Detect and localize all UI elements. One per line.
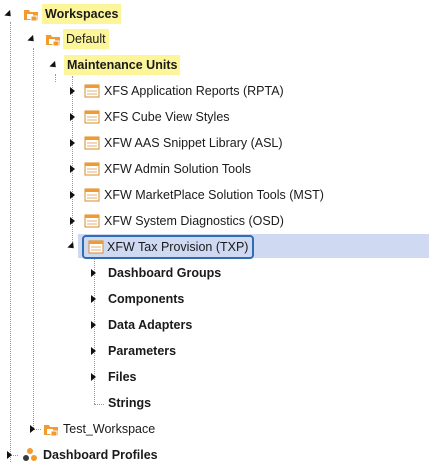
dashboard-profiles-icon (22, 447, 38, 463)
expand-toggle[interactable] (67, 164, 77, 174)
tree-node-dashboard-profiles[interactable]: Dashboard Profiles (0, 444, 200, 466)
tree-node-workspaces[interactable]: Workspaces (0, 3, 140, 25)
tree-node-label: XFS Application Reports (RPTA) (104, 84, 284, 98)
tree-node-label: Parameters (108, 344, 177, 358)
tree-node-files[interactable]: Files (0, 366, 300, 388)
tree-node-unit-selected[interactable]: XFW Tax Provision (TXP) (0, 235, 429, 259)
tree-node-unit[interactable]: XFW Admin Solution Tools (0, 158, 429, 180)
expand-toggle[interactable] (27, 34, 37, 44)
expand-toggle[interactable] (49, 60, 59, 70)
expand-toggle[interactable] (88, 294, 98, 304)
tree-node-label: Default (63, 29, 109, 49)
tree-node-data-adapters[interactable]: Data Adapters (0, 314, 300, 336)
tree-node-test-workspace[interactable]: Test_Workspace (0, 418, 200, 440)
maintenance-unit-icon (84, 214, 100, 228)
expand-toggle[interactable] (27, 424, 37, 434)
expand-toggle[interactable] (4, 9, 14, 19)
tree-node-label: XFS Cube View Styles (104, 110, 230, 124)
tree-node-unit[interactable]: XFW AAS Snippet Library (ASL) (0, 132, 429, 154)
tree-node-label: XFW MarketPlace Solution Tools (MST) (104, 188, 324, 202)
tree-node-label: Test_Workspace (63, 422, 156, 436)
expand-toggle[interactable] (88, 372, 98, 382)
tree-node-unit[interactable]: XFW System Diagnostics (OSD) (0, 210, 429, 232)
tree-node-default-workspace[interactable]: Default (0, 28, 140, 50)
tree-node-label: Data Adapters (108, 318, 193, 332)
tree-node-label: Workspaces (42, 4, 122, 24)
tree-node-unit[interactable]: XFS Application Reports (RPTA) (0, 80, 429, 102)
tree-node-unit[interactable]: XFS Cube View Styles (0, 106, 429, 128)
tree-node-maintenance-units[interactable]: Maintenance Units (0, 54, 200, 76)
tree-node-label: Components (108, 292, 185, 306)
tree-node-unit[interactable]: XFW MarketPlace Solution Tools (MST) (0, 184, 429, 206)
workspace-folder-icon (45, 31, 61, 47)
expand-toggle[interactable] (67, 241, 77, 251)
tree-node-label: Dashboard Groups (108, 266, 222, 280)
expand-toggle[interactable] (67, 190, 77, 200)
tree-node-label: Strings (108, 396, 152, 410)
maintenance-unit-icon (84, 136, 100, 150)
expand-toggle[interactable] (88, 320, 98, 330)
expand-toggle[interactable] (67, 216, 77, 226)
tree-node-parameters[interactable]: Parameters (0, 340, 300, 362)
workspace-tree: Workspaces Default Maintenance Units XFS… (0, 0, 429, 472)
tree-node-label: Files (108, 370, 137, 384)
tree-node-label: Dashboard Profiles (43, 448, 158, 462)
expand-toggle[interactable] (88, 268, 98, 278)
tree-node-strings[interactable]: Strings (0, 392, 300, 414)
maintenance-unit-icon (84, 162, 100, 176)
tree-node-label: XFW Admin Solution Tools (104, 162, 252, 176)
tree-node-label: XFW Tax Provision (TXP) (107, 240, 249, 254)
expand-toggle[interactable] (67, 138, 77, 148)
maintenance-unit-icon (88, 240, 104, 254)
workspaces-folder-icon (23, 6, 39, 22)
tree-node-dashboard-groups[interactable]: Dashboard Groups (0, 262, 300, 284)
expand-toggle[interactable] (4, 450, 14, 460)
expand-toggle[interactable] (67, 86, 77, 96)
selected-node-frame: XFW Tax Provision (TXP) (82, 235, 255, 259)
maintenance-unit-icon (84, 110, 100, 124)
tree-node-label: Maintenance Units (64, 55, 181, 75)
maintenance-unit-icon (84, 188, 100, 202)
maintenance-unit-icon (84, 84, 100, 98)
tree-node-label: XFW System Diagnostics (OSD) (104, 214, 284, 228)
tree-node-components[interactable]: Components (0, 288, 300, 310)
workspace-folder-icon (43, 421, 59, 437)
tree-node-label: XFW AAS Snippet Library (ASL) (104, 136, 283, 150)
expand-toggle[interactable] (67, 112, 77, 122)
expand-toggle[interactable] (88, 346, 98, 356)
